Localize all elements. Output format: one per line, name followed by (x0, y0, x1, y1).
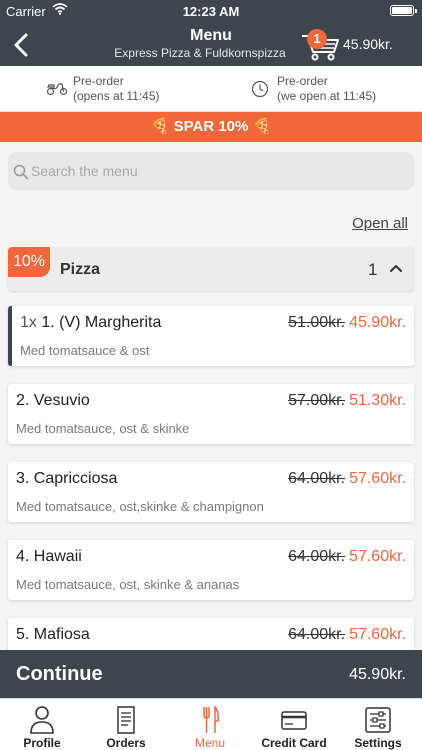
status-time: 12:23 AM (182, 4, 240, 19)
item-description: Med tomatsauce, ost, skinke & ananas (16, 577, 240, 592)
discount-badge: 10% (8, 247, 50, 277)
menu-cutlery-icon (203, 705, 219, 733)
category-item-count: 1 (368, 260, 378, 279)
item-price: 64.00kr. 57.60kr. (288, 470, 406, 488)
scooter-icon (46, 83, 68, 96)
cart-count-badge[interactable]: 1 (307, 29, 327, 49)
continue-label: Continue (16, 663, 103, 685)
orders-icon (117, 706, 135, 734)
item-price: 64.00kr. 57.60kr. (288, 626, 406, 644)
new-price: 57.60kr. (349, 470, 406, 487)
battery-icon (390, 5, 417, 16)
item-name: 3. Capricciosa (16, 470, 118, 487)
old-price: 64.00kr. (288, 548, 346, 565)
continue-button[interactable]: Continue 45.90kr. (0, 650, 422, 698)
tab-credit-card[interactable]: Credit Card (252, 699, 336, 750)
search-icon (13, 164, 29, 180)
item-name: 4. Hawaii (16, 548, 82, 565)
tab-label: Orders (106, 736, 146, 750)
tab-label: Profile (23, 736, 61, 750)
new-price: 57.60kr. (349, 626, 406, 643)
old-price: 51.00kr. (288, 314, 346, 331)
item-title: 2. Vesuvio (16, 392, 90, 410)
status-bar: Carrier 12:23 AM (0, 0, 422, 22)
continue-total: 45.90kr. (349, 666, 406, 683)
menu-item[interactable]: 3. Capricciosa 64.00kr. 57.60kr. Med toma… (8, 462, 414, 522)
tab-menu[interactable]: Menu (168, 699, 252, 750)
pickup-preorder[interactable]: Pre-order (we open at 11:45) (277, 74, 376, 104)
item-description: Med tomatsauce, ost,skinke & champignon (16, 499, 264, 514)
menu-item[interactable]: 2. Vesuvio 57.00kr. 51.30kr. Med tomatsau… (8, 384, 414, 444)
item-description: Med tomatsauce & ost (20, 343, 150, 358)
new-price: 57.60kr. (349, 548, 406, 565)
item-title: 1x 1. (V) Margherita (20, 314, 161, 332)
chevron-up-icon[interactable] (388, 262, 404, 274)
item-name: 1. (V) Margherita (41, 314, 162, 331)
tab-bar: Profile Orders Menu Credit Card Settings (0, 698, 422, 750)
item-description: Med tomatsauce, ost & skinke (16, 421, 190, 436)
item-title: 3. Capricciosa (16, 470, 117, 488)
item-name: 5. Mafiosa (16, 626, 90, 643)
category-name: Pizza (60, 261, 101, 278)
delivery-preorder-label: Pre-order (73, 74, 124, 88)
tab-settings[interactable]: Settings (336, 699, 420, 750)
pickup-preorder-hours: (we open at 11:45) (277, 89, 377, 103)
open-all-link[interactable]: Open all (352, 215, 408, 232)
search-input[interactable] (31, 152, 401, 190)
item-price: 64.00kr. 57.60kr. (288, 548, 406, 566)
menu-item[interactable]: 4. Hawaii 64.00kr. 57.60kr. Med tomatsauc… (8, 540, 414, 600)
delivery-preorder[interactable]: Pre-order (opens at 11:45) (73, 74, 160, 104)
new-price: 45.90kr. (349, 314, 406, 331)
promo-banner: 🍕 SPAR 10% 🍕 (0, 112, 422, 142)
delivery-preorder-hours: (opens at 11:45) (73, 89, 160, 103)
item-name: 2. Vesuvio (16, 392, 90, 409)
old-price: 57.00kr. (288, 392, 346, 409)
search-box[interactable] (8, 152, 414, 190)
app-header: Carrier 12:23 AM Menu Express Pizza & Fu… (0, 0, 422, 66)
item-quantity: 1x (20, 314, 42, 331)
tab-label: Menu (194, 736, 226, 750)
item-price: 57.00kr. 51.30kr. (288, 392, 406, 410)
new-price: 51.30kr. (349, 392, 406, 409)
tab-label: Credit Card (261, 736, 327, 750)
cart-total[interactable]: 45.90kr. (343, 36, 393, 52)
category-header-pizza[interactable]: 10% Pizza 1 (8, 247, 414, 291)
old-price: 64.00kr. (288, 470, 346, 487)
pickup-preorder-label: Pre-order (277, 74, 328, 88)
preorder-bar: Pre-order (opens at 11:45) Pre-order (we… (0, 66, 422, 112)
menu-item[interactable]: 1x 1. (V) Margherita 51.00kr. 45.90kr. Me… (8, 306, 414, 366)
profile-icon (30, 706, 54, 734)
item-title: 4. Hawaii (16, 548, 82, 566)
clock-icon (251, 80, 269, 98)
item-title: 5. Mafiosa (16, 626, 90, 644)
item-price: 51.00kr. 45.90kr. (288, 314, 406, 332)
tab-profile[interactable]: Profile (0, 699, 84, 750)
tab-orders[interactable]: Orders (84, 699, 168, 750)
old-price: 64.00kr. (288, 626, 346, 643)
tab-label: Settings (354, 736, 402, 750)
credit-card-icon (281, 711, 307, 730)
settings-sliders-icon (365, 707, 391, 733)
